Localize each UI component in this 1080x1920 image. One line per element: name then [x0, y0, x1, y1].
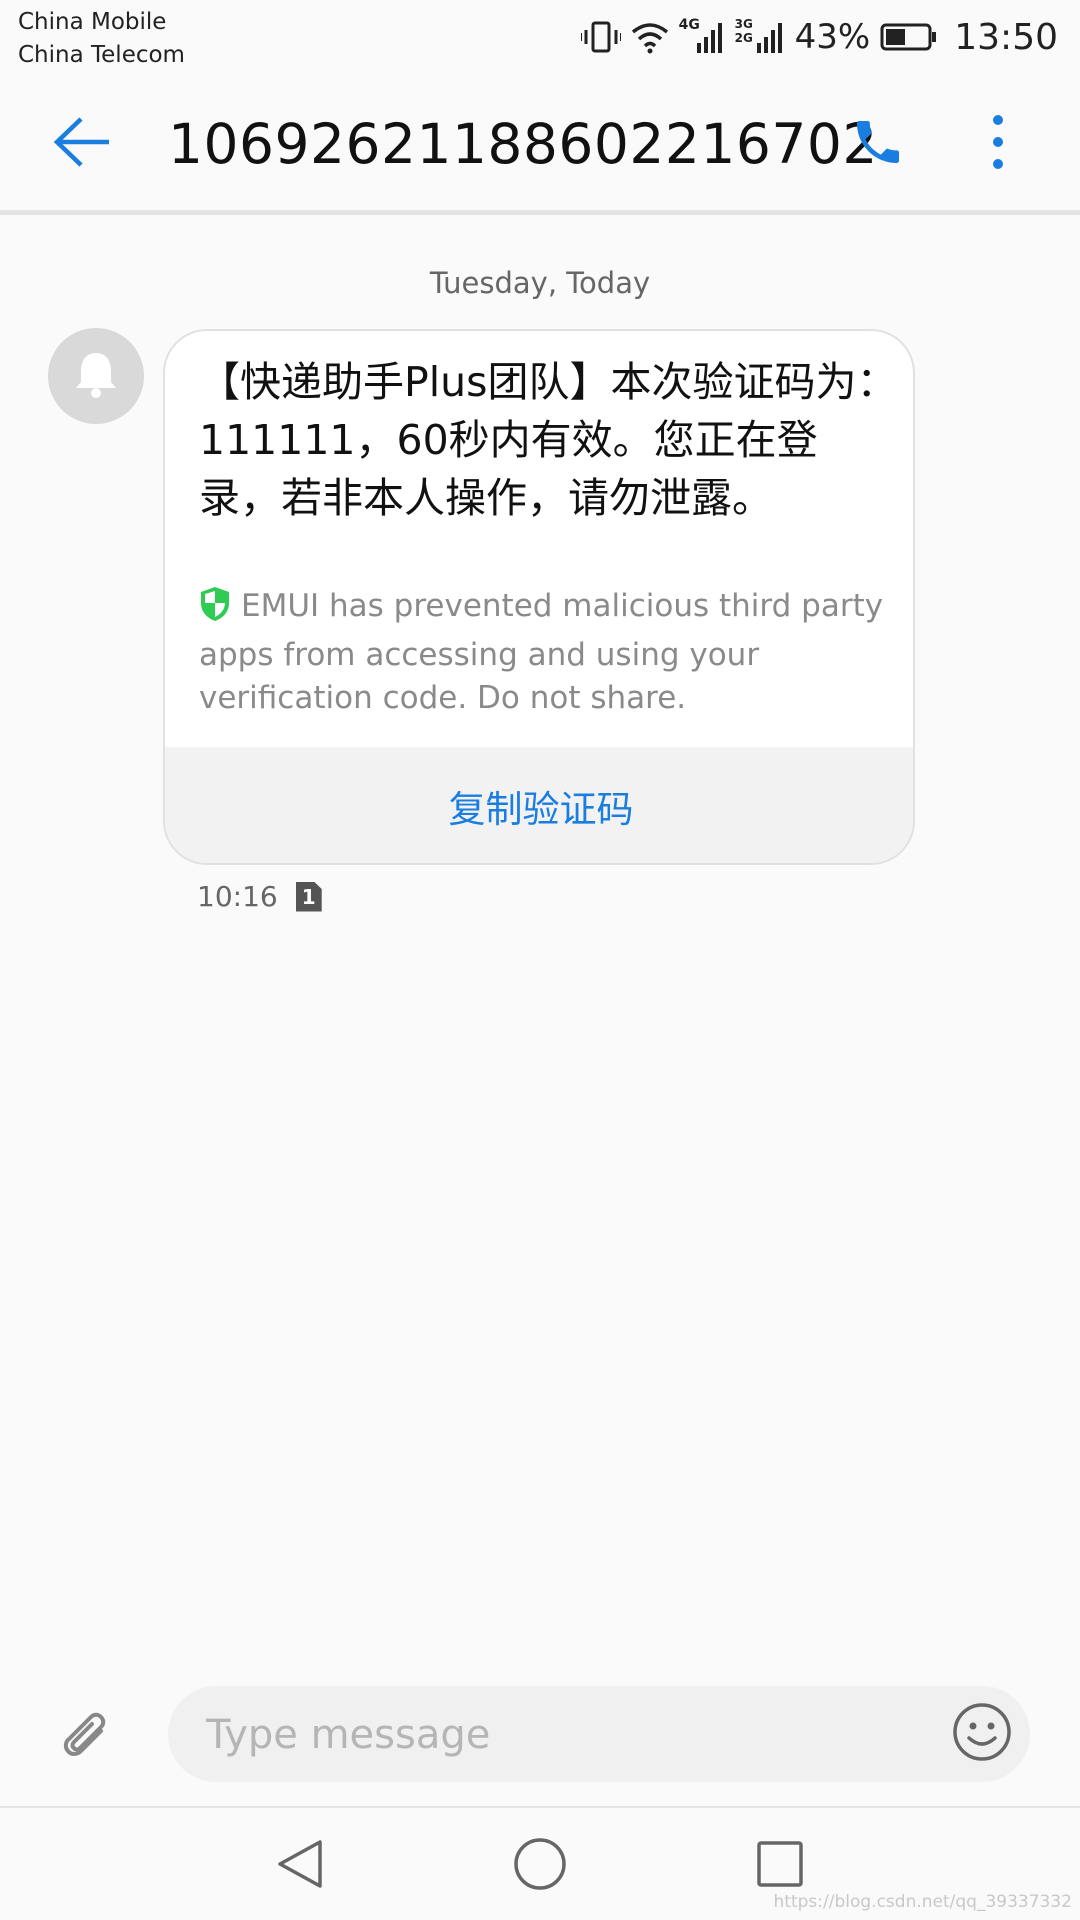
- battery-percent: 43%: [794, 17, 871, 57]
- emoji-button[interactable]: [950, 1702, 1014, 1766]
- carrier-2: China Telecom: [18, 42, 185, 68]
- copy-code-button[interactable]: 复制验证码: [165, 747, 913, 863]
- signal-3g-icon: 3G 2G: [735, 17, 785, 55]
- nav-recents-button[interactable]: [748, 1834, 812, 1898]
- back-arrow-icon: [53, 116, 111, 172]
- sender-avatar[interactable]: [48, 328, 144, 424]
- message-bubble[interactable]: 【快递助手Plus团队】本次验证码为：111111，60秒内有效。您正在登录，若…: [163, 329, 915, 865]
- signal-4g-icon: 4G: [679, 17, 725, 55]
- nav-recents-icon: [756, 1840, 804, 1892]
- message-meta: 10:16 1: [197, 880, 322, 913]
- carrier-info: China Mobile China Telecom: [18, 6, 185, 72]
- vibrate-icon: [580, 17, 621, 57]
- paperclip-icon: [55, 1705, 113, 1767]
- message-input[interactable]: [204, 1702, 908, 1768]
- message-composer: [168, 1686, 1030, 1782]
- date-separator: Tuesday, Today: [429, 266, 651, 300]
- status-time: 13:50: [954, 16, 1058, 58]
- status-bar: China Mobile China Telecom 4G 3G 2G 43% …: [0, 0, 1080, 78]
- messaging-screen: China Mobile China Telecom 4G 3G 2G 43% …: [0, 0, 1080, 1920]
- bell-icon: [73, 349, 119, 403]
- message-time: 10:16: [197, 880, 278, 913]
- security-note: EMUI has prevented malicious third party…: [199, 585, 889, 720]
- nav-home-icon: [513, 1837, 567, 1895]
- more-options-button[interactable]: [966, 112, 1030, 176]
- sim-icon: 1: [295, 881, 322, 912]
- security-note-text: EMUI has prevented malicious third party…: [199, 588, 884, 716]
- emoji-icon: [952, 1702, 1012, 1766]
- status-icons: 4G 3G 2G 43% 13:50: [580, 12, 1058, 62]
- watermark: https://blog.csdn.net/qq_39337332: [773, 1892, 1072, 1912]
- nav-back-icon: [276, 1838, 324, 1894]
- battery-icon: [880, 22, 938, 52]
- nav-back-button[interactable]: [268, 1834, 332, 1898]
- navigation-bar: https://blog.csdn.net/qq_39337332: [0, 1808, 1080, 1920]
- call-button[interactable]: [846, 112, 910, 176]
- message-body[interactable]: 【快递助手Plus团队】本次验证码为：111111，60秒内有效。您正在登录，若…: [199, 353, 899, 527]
- contact-title: 10692621188602216702: [168, 112, 878, 176]
- phone-icon: [850, 114, 906, 174]
- wifi-icon: [631, 20, 669, 54]
- toolbar-divider: [0, 210, 1080, 215]
- more-vertical-icon: [991, 113, 1005, 175]
- carrier-1: China Mobile: [18, 9, 167, 35]
- nav-home-button[interactable]: [508, 1834, 572, 1898]
- back-button[interactable]: [50, 112, 114, 176]
- shield-icon: [199, 586, 231, 634]
- attach-button[interactable]: [52, 1704, 116, 1768]
